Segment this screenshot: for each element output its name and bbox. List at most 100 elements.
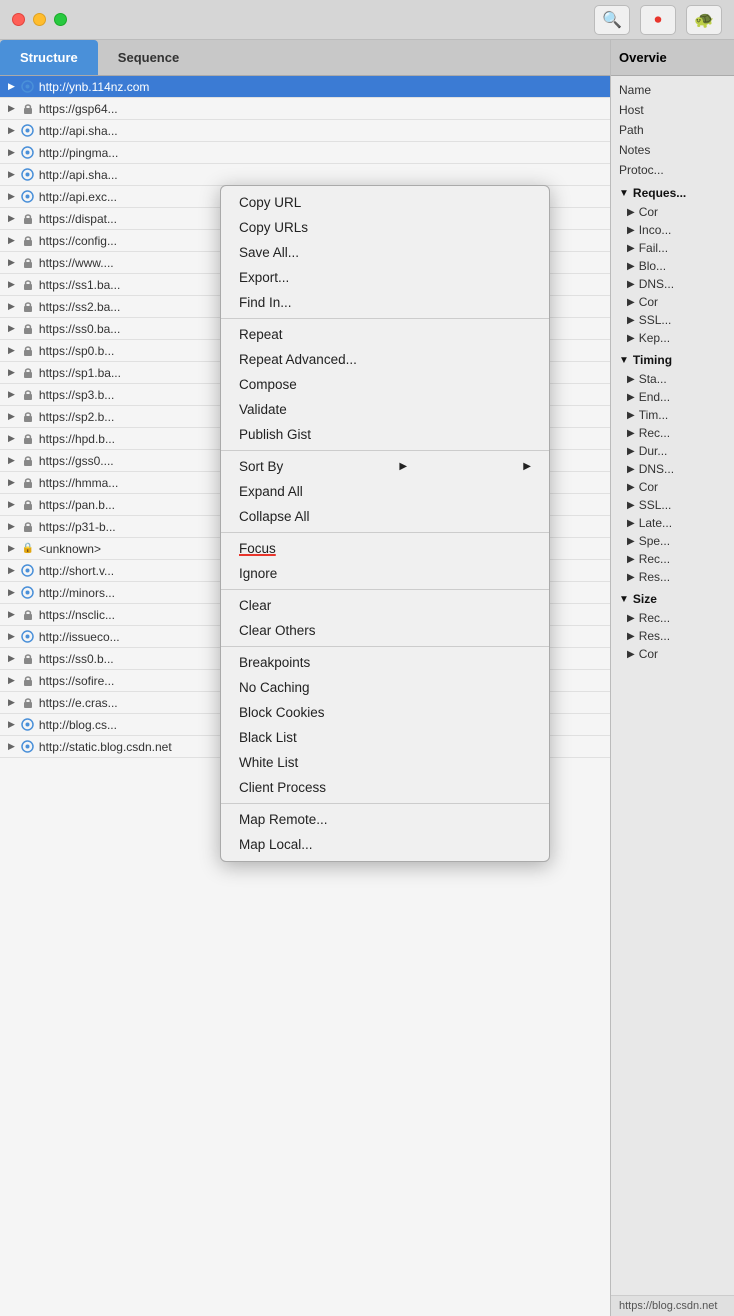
close-button[interactable] bbox=[12, 13, 25, 26]
menu-item-export---[interactable]: Export... bbox=[221, 265, 549, 290]
section-arrow-icon: ▼ bbox=[619, 355, 629, 366]
overview-sub-item[interactable]: ▶Cor bbox=[611, 203, 734, 221]
expand-arrow-icon: ▶ bbox=[8, 477, 15, 488]
url-text: https://sofire... bbox=[39, 674, 114, 688]
menu-item-copy-urls[interactable]: Copy URLs bbox=[221, 215, 549, 240]
tab-structure[interactable]: Structure bbox=[0, 40, 98, 75]
overview-sub-item[interactable]: ▶Res... bbox=[611, 627, 734, 645]
menu-item-block-cookies[interactable]: Block Cookies bbox=[221, 700, 549, 725]
menu-item-copy-url[interactable]: Copy URL bbox=[221, 190, 549, 215]
overview-sub-item[interactable]: ▶Rec... bbox=[611, 424, 734, 442]
overview-sub-item[interactable]: ▶Fail... bbox=[611, 239, 734, 257]
url-text: https://sp0.b... bbox=[39, 344, 114, 358]
menu-item-map-remote---[interactable]: Map Remote... bbox=[221, 807, 549, 832]
url-text: http://issueco... bbox=[39, 630, 120, 644]
expand-arrow-icon: ▶ bbox=[8, 279, 15, 290]
sub-arrow-icon: ▶ bbox=[627, 333, 635, 344]
menu-item-clear-others[interactable]: Clear Others bbox=[221, 618, 549, 643]
menu-item-expand-all[interactable]: Expand All bbox=[221, 479, 549, 504]
expand-arrow-icon: ▶ bbox=[8, 565, 15, 576]
overview-sub-item[interactable]: ▶Kep... bbox=[611, 329, 734, 347]
throttle-button[interactable]: 🐢 bbox=[686, 5, 722, 35]
minimize-button[interactable] bbox=[33, 13, 46, 26]
overview-sub-item[interactable]: ▶Cor bbox=[611, 293, 734, 311]
list-item[interactable]: ▶http://api.sha... bbox=[0, 164, 610, 186]
menu-item-repeat[interactable]: Repeat bbox=[221, 322, 549, 347]
overview-sub-item[interactable]: ▶End... bbox=[611, 388, 734, 406]
sub-arrow-icon: ▶ bbox=[627, 297, 635, 308]
url-text: https://config... bbox=[39, 234, 117, 248]
overview-section[interactable]: ▼Reques... bbox=[611, 180, 734, 203]
menu-item-white-list[interactable]: White List bbox=[221, 750, 549, 775]
menu-item-validate[interactable]: Validate bbox=[221, 397, 549, 422]
expand-arrow-icon: ▶ bbox=[8, 213, 15, 224]
maximize-button[interactable] bbox=[54, 13, 67, 26]
menu-item-clear[interactable]: Clear bbox=[221, 593, 549, 618]
overview-plain-item: Host bbox=[611, 100, 734, 120]
overview-sub-item[interactable]: ▶Dur... bbox=[611, 442, 734, 460]
list-item[interactable]: ▶http://api.sha... bbox=[0, 120, 610, 142]
submenu-arrow-icon: ▶ bbox=[399, 461, 407, 472]
sub-arrow-icon: ▶ bbox=[627, 536, 635, 547]
menu-item-no-caching[interactable]: No Caching bbox=[221, 675, 549, 700]
overview-sub-item[interactable]: ▶Res... bbox=[611, 568, 734, 586]
pointer-tool-button[interactable]: 🔍 bbox=[594, 5, 630, 35]
menu-item-breakpoints[interactable]: Breakpoints bbox=[221, 650, 549, 675]
section-arrow-icon: ▼ bbox=[619, 594, 629, 605]
url-text: <unknown> bbox=[39, 542, 101, 556]
overview-sub-item[interactable]: ▶Spe... bbox=[611, 532, 734, 550]
overview-sub-item[interactable]: ▶Blo... bbox=[611, 257, 734, 275]
main-area: Structure Sequence ▶http://ynb.114nz.com… bbox=[0, 40, 734, 1316]
sub-arrow-icon: ▶ bbox=[627, 482, 635, 493]
overview-section[interactable]: ▼Timing bbox=[611, 347, 734, 370]
overview-list: NameHostPathNotesProtoc...▼Reques...▶Cor… bbox=[611, 76, 734, 667]
overview-sub-item[interactable]: ▶SSL... bbox=[611, 311, 734, 329]
url-text: https://dispat... bbox=[39, 212, 117, 226]
overview-sub-item[interactable]: ▶Rec... bbox=[611, 609, 734, 627]
url-text: https://ss0.b... bbox=[39, 652, 114, 666]
sub-arrow-icon: ▶ bbox=[627, 410, 635, 421]
menu-item-client-process[interactable]: Client Process bbox=[221, 775, 549, 800]
menu-item-repeat-advanced---[interactable]: Repeat Advanced... bbox=[221, 347, 549, 372]
tab-sequence[interactable]: Sequence bbox=[98, 40, 199, 75]
toolbar: 🔍 ⏺ 🐢 bbox=[594, 5, 722, 35]
overview-sub-item[interactable]: ▶Tim... bbox=[611, 406, 734, 424]
record-button[interactable]: ⏺ bbox=[640, 5, 676, 35]
menu-item-focus[interactable]: Focus bbox=[221, 536, 549, 561]
url-text: https://ss0.ba... bbox=[39, 322, 120, 336]
menu-item-save-all---[interactable]: Save All... bbox=[221, 240, 549, 265]
expand-arrow-icon: ▶ bbox=[8, 543, 15, 554]
https-icon bbox=[21, 256, 35, 270]
list-item[interactable]: ▶http://ynb.114nz.com bbox=[0, 76, 610, 98]
menu-item-map-local---[interactable]: Map Local... bbox=[221, 832, 549, 857]
sub-arrow-icon: ▶ bbox=[627, 464, 635, 475]
overview-section[interactable]: ▼Size bbox=[611, 586, 734, 609]
overview-sub-item[interactable]: ▶Cor bbox=[611, 645, 734, 663]
overview-sub-item[interactable]: ▶Rec... bbox=[611, 550, 734, 568]
overview-sub-item[interactable]: ▶DNS... bbox=[611, 460, 734, 478]
section-arrow-icon: ▼ bbox=[619, 188, 629, 199]
overview-sub-item[interactable]: ▶SSL... bbox=[611, 496, 734, 514]
url-text: http://minors... bbox=[39, 586, 115, 600]
menu-item-compose[interactable]: Compose bbox=[221, 372, 549, 397]
menu-item-black-list[interactable]: Black List bbox=[221, 725, 549, 750]
https-icon bbox=[21, 366, 35, 380]
overview-sub-item[interactable]: ▶DNS... bbox=[611, 275, 734, 293]
list-item[interactable]: ▶https://gsp64... bbox=[0, 98, 610, 120]
menu-item-sort-by[interactable]: Sort By▶ bbox=[221, 454, 549, 479]
menu-item-ignore[interactable]: Ignore bbox=[221, 561, 549, 586]
http-icon bbox=[21, 630, 35, 644]
menu-item-find-in---[interactable]: Find In... bbox=[221, 290, 549, 315]
sub-arrow-icon: ▶ bbox=[627, 518, 635, 529]
http-icon bbox=[21, 718, 35, 732]
overview-sub-item[interactable]: ▶Cor bbox=[611, 478, 734, 496]
pointer-icon: 🔍 bbox=[602, 10, 622, 30]
menu-item-publish-gist[interactable]: Publish Gist bbox=[221, 422, 549, 447]
overview-sub-item[interactable]: ▶Inco... bbox=[611, 221, 734, 239]
expand-arrow-icon: ▶ bbox=[8, 147, 15, 158]
overview-sub-item[interactable]: ▶Late... bbox=[611, 514, 734, 532]
menu-item-collapse-all[interactable]: Collapse All bbox=[221, 504, 549, 529]
sub-arrow-icon: ▶ bbox=[627, 392, 635, 403]
overview-sub-item[interactable]: ▶Sta... bbox=[611, 370, 734, 388]
list-item[interactable]: ▶http://pingma... bbox=[0, 142, 610, 164]
